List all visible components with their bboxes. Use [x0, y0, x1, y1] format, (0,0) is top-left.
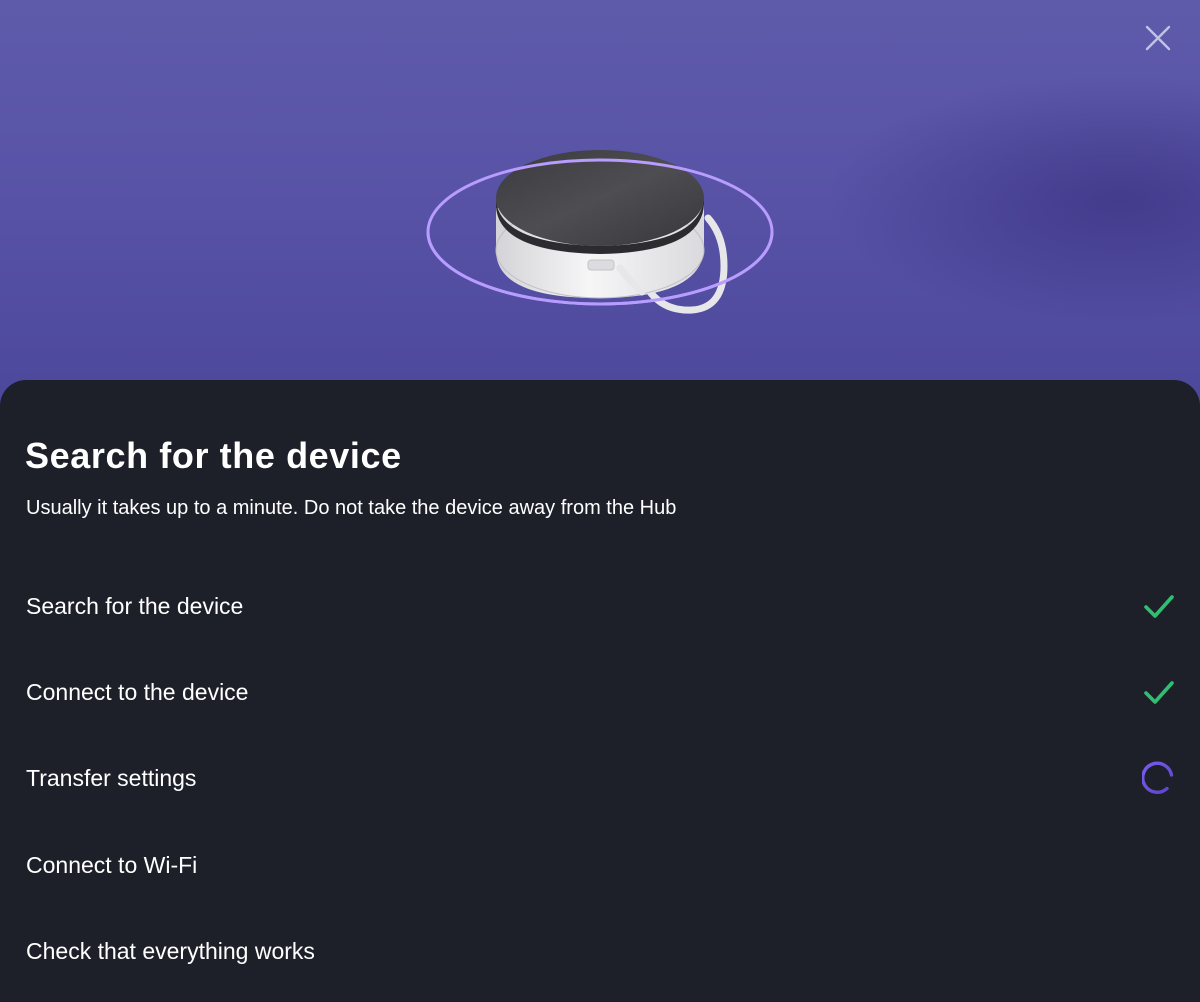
step-transfer-settings: Transfer settings — [26, 758, 1176, 798]
hub-device-illustration — [426, 150, 774, 314]
step-label: Transfer settings — [26, 765, 197, 791]
step-label: Connect to the device — [26, 679, 249, 705]
step-label: Connect to Wi-Fi — [26, 852, 198, 878]
step-label: Search for the device — [26, 593, 244, 619]
step-search-device: Search for the device — [26, 586, 1176, 626]
step-connect-wifi: Connect to Wi-Fi — [26, 845, 1176, 885]
step-label: Check that everything works — [26, 938, 315, 964]
hero-banner — [0, 0, 1200, 420]
step-connect-device: Connect to the device — [26, 672, 1176, 712]
checkmark-icon — [1144, 681, 1174, 704]
page-subtitle: Usually it takes up to a minute. Do not … — [26, 497, 677, 519]
page-title: Search for the device — [25, 435, 402, 476]
loading-spinner-icon — [1142, 761, 1174, 794]
step-check-works: Check that everything works — [26, 931, 1176, 971]
checkmark-icon — [1144, 595, 1174, 618]
device-setup-screen: Search for the device Usually it takes u… — [0, 0, 1200, 1002]
close-icon — [1145, 25, 1171, 51]
close-button[interactable] — [1142, 22, 1174, 54]
